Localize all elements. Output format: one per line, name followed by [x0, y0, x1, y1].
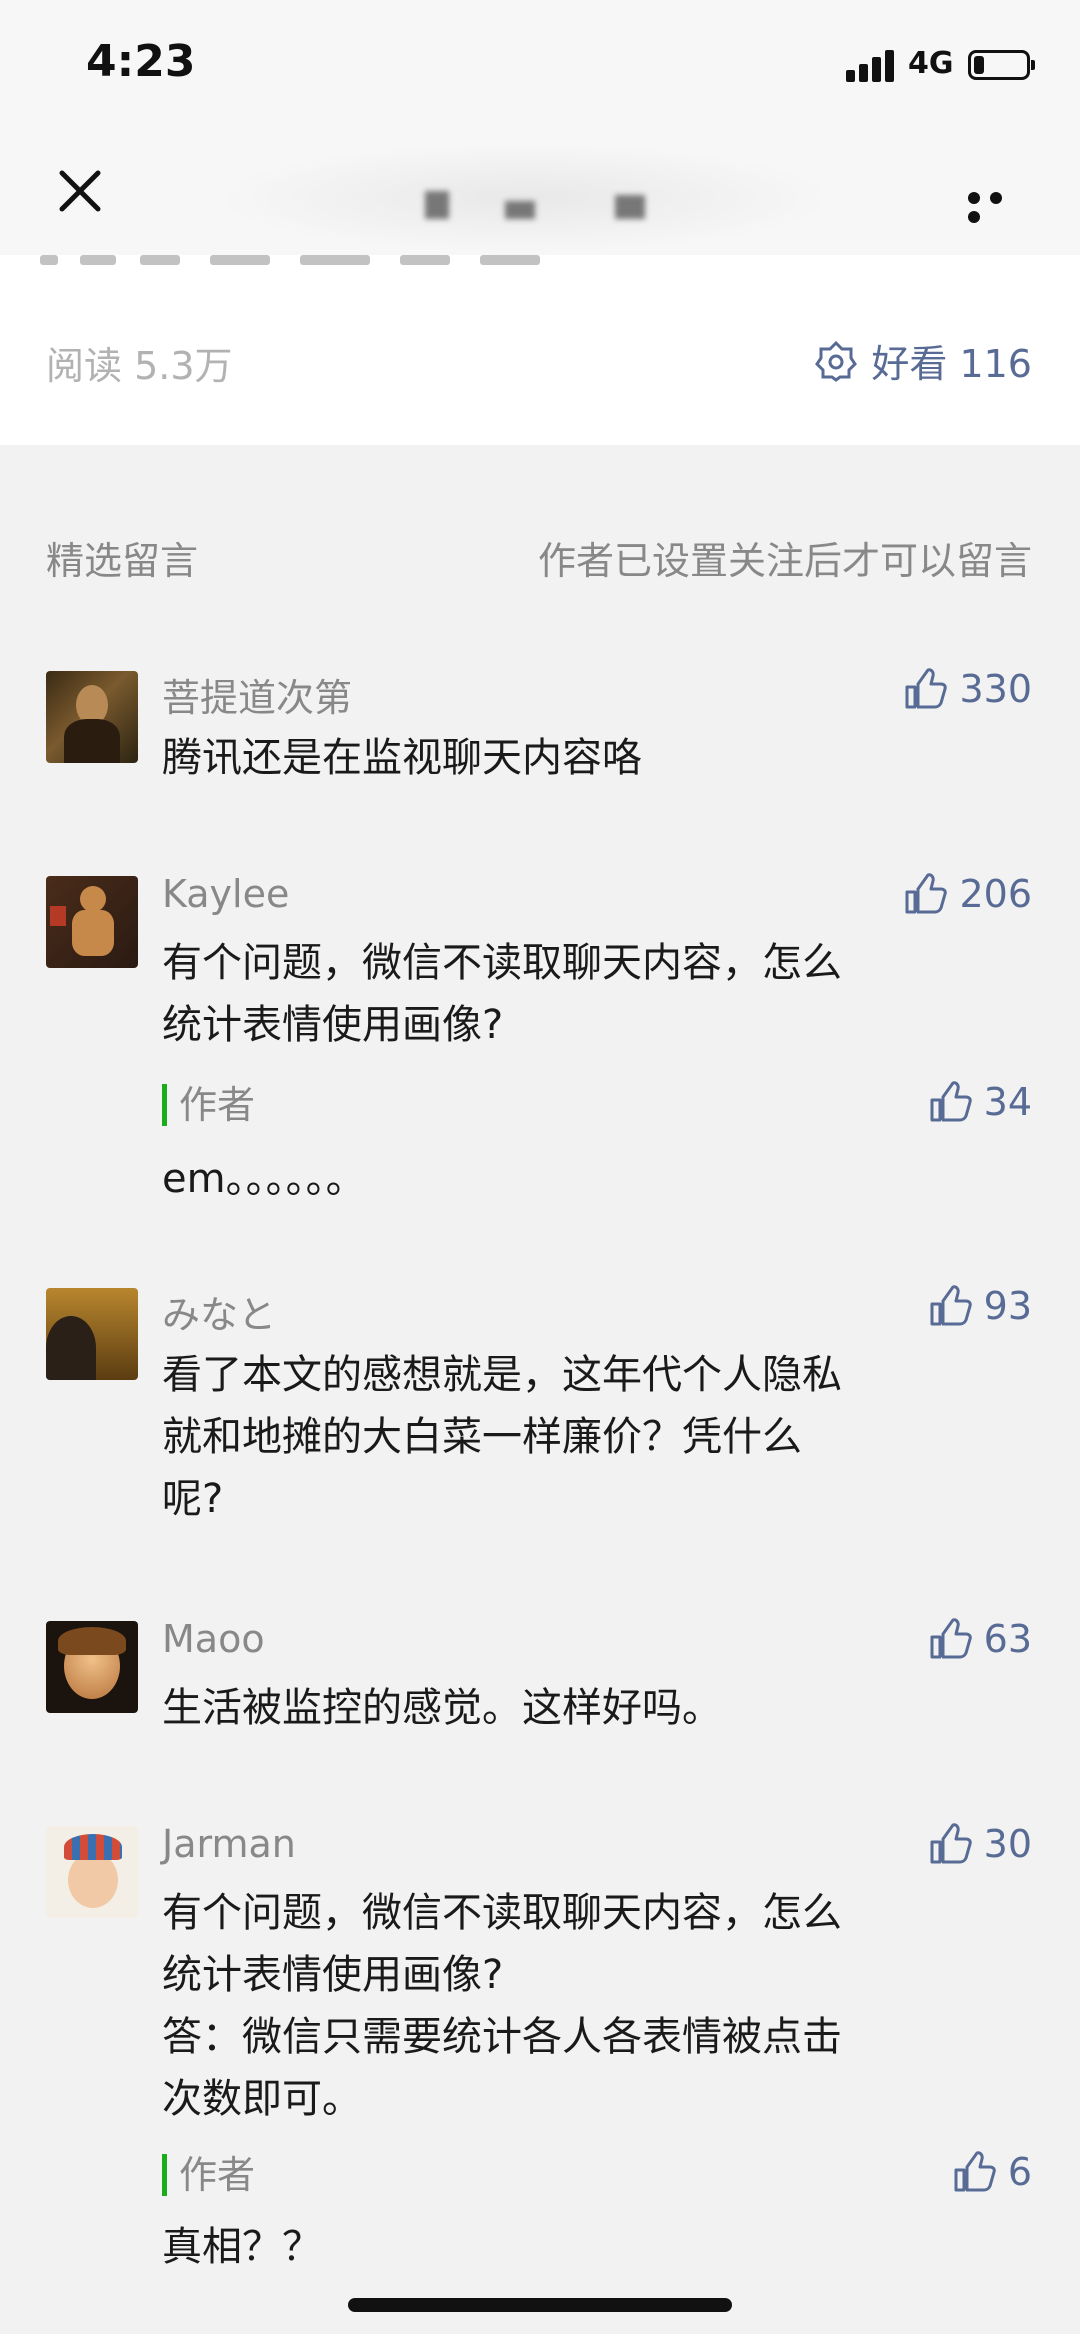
comment-nickname: Maoo	[162, 1617, 265, 1661]
reply-like-button[interactable]: 34	[926, 1078, 1032, 1126]
signal-icon	[846, 50, 900, 82]
comment-nickname: Jarman	[162, 1822, 296, 1866]
comment-like-button[interactable]: 63	[926, 1615, 1032, 1663]
blurred-title	[215, 143, 835, 253]
comment-nickname: Kaylee	[162, 872, 290, 916]
comment-text: 看了本文的感想就是，这年代个人隐私 就和地摊的大白菜一样廉价？凭什么 呢?	[162, 1344, 1022, 1530]
avatar[interactable]	[46, 1826, 138, 1918]
comment-like-button[interactable]: 330	[901, 665, 1032, 713]
author-reply-tag: 作者	[162, 1084, 255, 1126]
comments-note: 作者已设置关注后才可以留言	[537, 539, 1032, 583]
comment-text: 生活被监控的感觉。这样好吗。	[162, 1677, 1022, 1739]
status-bar: 4:23 4G	[0, 0, 1080, 135]
network-type: 4G	[908, 46, 954, 81]
status-time: 4:23	[86, 36, 196, 87]
thumbs-up-icon	[905, 873, 948, 914]
comments-header: 精选留言 作者已设置关注后才可以留言	[0, 530, 1080, 590]
comment-like-button[interactable]: 30	[926, 1820, 1032, 1868]
comment-text: 有个问题，微信不读取聊天内容，怎么 统计表情使用画像? 答：微信只需要统计各人各…	[162, 1882, 1022, 2130]
comment-line: 统计表情使用画像?	[162, 1002, 504, 1048]
like-count: 206	[959, 872, 1032, 916]
wow-flower-icon	[815, 340, 858, 382]
comment-line: 就和地摊的大白菜一样廉价？凭什么	[162, 1414, 802, 1460]
comment-line: 有个问题，微信不读取聊天内容，怎么	[162, 940, 842, 986]
comments-title: 精选留言	[46, 539, 199, 583]
wow-label: 好看 116	[871, 342, 1032, 386]
comment-line: 腾讯还是在监视聊天内容咯	[162, 735, 642, 781]
comment-line: 看了本文的感想就是，这年代个人隐私	[162, 1352, 842, 1398]
nav-bar	[0, 135, 1080, 255]
home-indicator[interactable]	[348, 2298, 732, 2312]
comment-like-button[interactable]: 93	[926, 1282, 1032, 1330]
like-count: 330	[959, 667, 1032, 711]
like-count: 34	[983, 1080, 1032, 1124]
wechat-article-comments-page: 4:23 4G 阅读 5.3万 好看 116 精选留言 作者已设置关注后才可以留…	[0, 0, 1080, 2334]
close-icon[interactable]	[52, 163, 108, 219]
article-footer: 阅读 5.3万 好看 116	[0, 255, 1080, 445]
comment-line: 有个问题，微信不读取聊天内容，怎么	[162, 1890, 842, 1936]
author-reply-text: 真相？？	[162, 2224, 322, 2270]
comment-nickname: 菩提道次第	[162, 676, 353, 720]
comment-line: 统计表情使用画像?	[162, 1952, 504, 1998]
battery-icon	[968, 50, 1035, 80]
thumbs-up-icon	[930, 1285, 972, 1326]
thumbs-up-icon	[905, 668, 948, 709]
avatar[interactable]	[46, 876, 138, 968]
comment-text: 腾讯还是在监视聊天内容咯	[162, 727, 1022, 789]
comment-line: 次数即可。	[162, 2076, 362, 2122]
like-count: 63	[983, 1617, 1032, 1661]
thumbs-up-icon	[954, 2151, 996, 2192]
comment-text: 有个问题，微信不读取聊天内容，怎么 统计表情使用画像?	[162, 932, 1022, 1056]
author-reply-text: em。。。。。。	[162, 1156, 366, 1202]
read-count: 阅读 5.3万	[46, 344, 233, 388]
like-count: 30	[983, 1822, 1032, 1866]
thumbs-up-icon	[930, 1618, 972, 1659]
like-count: 6	[1007, 2150, 1032, 2194]
comment-line: 呢?	[162, 1476, 224, 1522]
like-count: 93	[983, 1284, 1032, 1328]
wow-button[interactable]: 好看 116	[815, 333, 1032, 388]
author-reply-tag: 作者	[162, 2154, 255, 2196]
reply-like-button[interactable]: 6	[950, 2148, 1032, 2196]
thumbs-up-icon	[930, 1081, 972, 1122]
comment-nickname: みなと	[162, 1293, 277, 1337]
avatar[interactable]	[46, 1288, 138, 1380]
comment-line: 答：微信只需要统计各人各表情被点击	[162, 2014, 842, 2060]
comment-line: 生活被监控的感觉。这样好吗。	[162, 1685, 722, 1731]
avatar[interactable]	[46, 1621, 138, 1713]
more-icon[interactable]	[968, 189, 1032, 223]
truncated-text-line	[40, 255, 600, 269]
comment-like-button[interactable]: 206	[901, 870, 1032, 918]
avatar[interactable]	[46, 671, 138, 763]
thumbs-up-icon	[930, 1823, 972, 1864]
